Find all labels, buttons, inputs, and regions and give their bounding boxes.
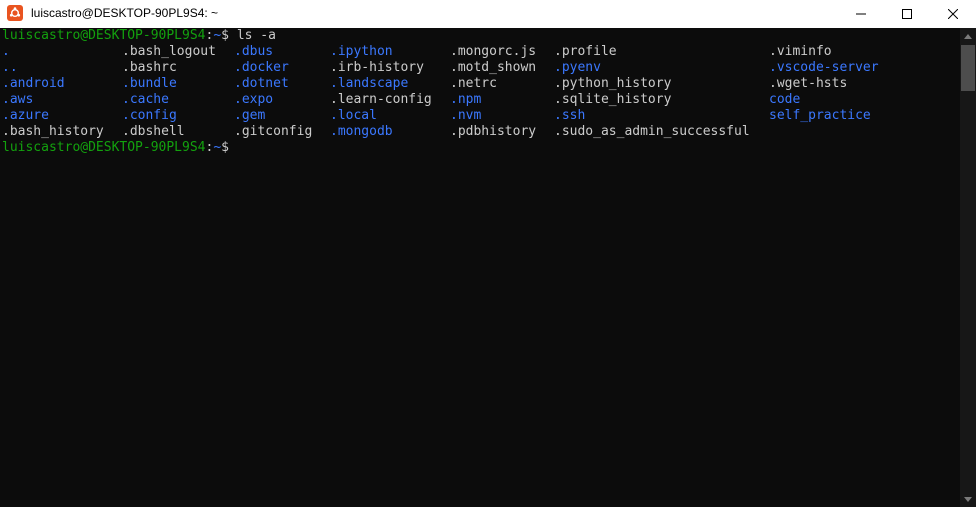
command-text: ls -a [236, 28, 276, 43]
file-entry: .pdbhistory [450, 124, 537, 139]
scroll-up-arrow-icon [964, 33, 972, 39]
prompt-user: luiscastro@DESKTOP-90PL9S4 [2, 28, 206, 43]
dir-entry: .ssh [554, 108, 586, 123]
prompt-path: ~ [213, 140, 222, 155]
file-entry: .irb-history [330, 60, 424, 75]
dir-entry: .config [122, 108, 177, 123]
dir-entry: .bundle [122, 76, 177, 91]
minimize-icon [856, 13, 866, 15]
dir-entry: .local [330, 108, 377, 123]
dir-entry: .landscape [330, 76, 409, 91]
close-button[interactable] [930, 0, 976, 28]
dir-entry: .vscode-server [769, 60, 879, 75]
close-icon [948, 9, 958, 19]
scroll-up-button[interactable] [960, 28, 976, 44]
dir-entry: code [769, 92, 801, 107]
dir-entry: .ipython [330, 44, 393, 59]
title-bar[interactable]: luiscastro@DESKTOP-90PL9S4: ~ [0, 0, 976, 28]
file-entry: .profile [554, 44, 617, 59]
terminal-window: luiscastro@DESKTOP-90PL9S4: ~ luiscastro… [0, 0, 976, 507]
dir-entry: .nvm [450, 108, 482, 123]
prompt-symbol: $ [221, 140, 237, 155]
listing-row: .azure .config .gem .local .nvm .ssh sel… [0, 108, 960, 124]
file-entry: .gitconfig [234, 124, 313, 139]
minimize-button[interactable] [838, 0, 884, 28]
dir-entry: . [2, 44, 10, 59]
vertical-scrollbar[interactable] [960, 28, 976, 507]
listing-row: .. .bashrc .docker .irb-history .motd_sh… [0, 60, 960, 76]
file-entry: .bash_logout [122, 44, 216, 59]
window-title: luiscastro@DESKTOP-90PL9S4: ~ [31, 6, 219, 20]
command-prompt-line: luiscastro@DESKTOP-90PL9S4:~$ ls -a [0, 28, 960, 44]
scroll-thumb[interactable] [961, 45, 975, 91]
dir-entry: .npm [450, 92, 482, 107]
prompt-symbol: $ [221, 28, 237, 43]
dir-entry: .dotnet [234, 76, 289, 91]
scroll-down-arrow-icon [964, 496, 972, 502]
prompt-path: ~ [213, 28, 222, 43]
dir-entry: .cache [122, 92, 169, 107]
dir-entry: .aws [2, 92, 34, 107]
file-entry: .viminfo [769, 44, 832, 59]
dir-entry: .android [2, 76, 65, 91]
current-prompt-line[interactable]: luiscastro@DESKTOP-90PL9S4:~$ [0, 140, 960, 156]
file-entry: .netrc [450, 76, 497, 91]
file-entry: .dbshell [122, 124, 185, 139]
prompt-user: luiscastro@DESKTOP-90PL9S4 [2, 140, 206, 155]
dir-entry: .expo [234, 92, 274, 107]
file-entry: .sqlite_history [554, 92, 672, 107]
file-entry: .wget-hsts [769, 76, 848, 91]
file-entry: .mongorc.js [450, 44, 537, 59]
listing-row: .android .bundle .dotnet .landscape .net… [0, 76, 960, 92]
dir-entry: .. [2, 60, 18, 75]
listing-row: .bash_history .dbshell .gitconfig .mongo… [0, 124, 960, 140]
maximize-icon [902, 9, 912, 19]
file-entry: .sudo_as_admin_successful [554, 124, 750, 139]
ubuntu-icon[interactable] [7, 5, 23, 21]
dir-entry: .pyenv [554, 60, 601, 75]
dir-entry: .dbus [234, 44, 274, 59]
terminal-output[interactable]: luiscastro@DESKTOP-90PL9S4:~$ ls -a . .b… [0, 28, 960, 507]
scroll-down-button[interactable] [960, 491, 976, 507]
file-entry: .bash_history [2, 124, 104, 139]
listing-row: . .bash_logout .dbus .ipython .mongorc.j… [0, 44, 960, 60]
dir-entry: .docker [234, 60, 289, 75]
dir-entry: .gem [234, 108, 266, 123]
file-entry: .learn-config [330, 92, 432, 107]
file-entry: .bashrc [122, 60, 177, 75]
dir-entry: .mongodb [330, 124, 393, 139]
listing-row: .aws .cache .expo .learn-config .npm .sq… [0, 92, 960, 108]
maximize-button[interactable] [884, 0, 930, 28]
dir-entry: self_practice [769, 108, 871, 123]
file-entry: .motd_shown [450, 60, 537, 75]
dir-entry: .azure [2, 108, 49, 123]
file-entry: .python_history [554, 76, 672, 91]
